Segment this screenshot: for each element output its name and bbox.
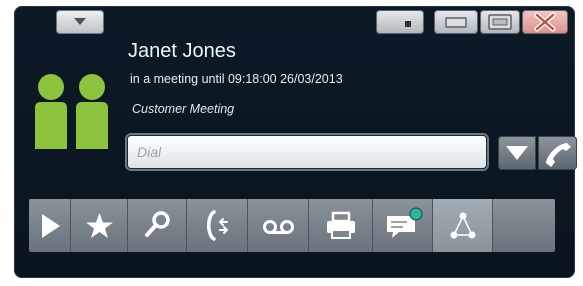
network-icon — [450, 212, 476, 239]
toolbar-search-button[interactable] — [128, 199, 187, 252]
stop-button[interactable] — [376, 10, 424, 34]
maximize-button[interactable] — [480, 10, 520, 34]
printer-icon — [327, 211, 355, 239]
search-icon — [145, 211, 170, 237]
call-button[interactable] — [538, 136, 577, 170]
dial-input[interactable] — [127, 135, 487, 169]
stop-icon — [405, 21, 411, 27]
dial-options-button[interactable] — [498, 136, 536, 170]
chat-bubble-icon — [387, 207, 423, 238]
presence-status: in a meeting until 09:18:00 26/03/2013 — [130, 72, 343, 86]
toolbar-network-button[interactable] — [433, 199, 493, 252]
toolbar-expand-button[interactable] — [29, 199, 71, 252]
toolbar-overflow-area — [493, 199, 555, 252]
close-button[interactable] — [522, 10, 568, 34]
contact-avatar-icon — [35, 74, 108, 149]
chevron-down-icon — [74, 18, 86, 25]
close-icon — [534, 12, 556, 32]
minimize-icon — [445, 17, 467, 28]
toolbar-print-button[interactable] — [309, 199, 373, 252]
toolbar-chat-button[interactable] — [373, 199, 433, 252]
toolbar-favorites-button[interactable] — [71, 199, 128, 252]
call-transfer-icon — [207, 210, 229, 241]
minimize-button[interactable] — [434, 10, 478, 34]
play-icon — [42, 214, 60, 238]
toolbar-transfer-button[interactable] — [187, 199, 248, 252]
contact-name: Janet Jones — [128, 40, 236, 62]
maximize-icon — [488, 14, 512, 30]
star-icon — [86, 213, 113, 238]
triangle-down-icon — [506, 146, 528, 160]
voicemail-icon — [263, 220, 294, 234]
window-menu-button[interactable] — [56, 10, 104, 34]
action-toolbar — [29, 199, 555, 252]
toolbar-voicemail-button[interactable] — [248, 199, 309, 252]
phone-handset-icon — [546, 143, 571, 167]
presence-note: Customer Meeting — [132, 102, 235, 116]
